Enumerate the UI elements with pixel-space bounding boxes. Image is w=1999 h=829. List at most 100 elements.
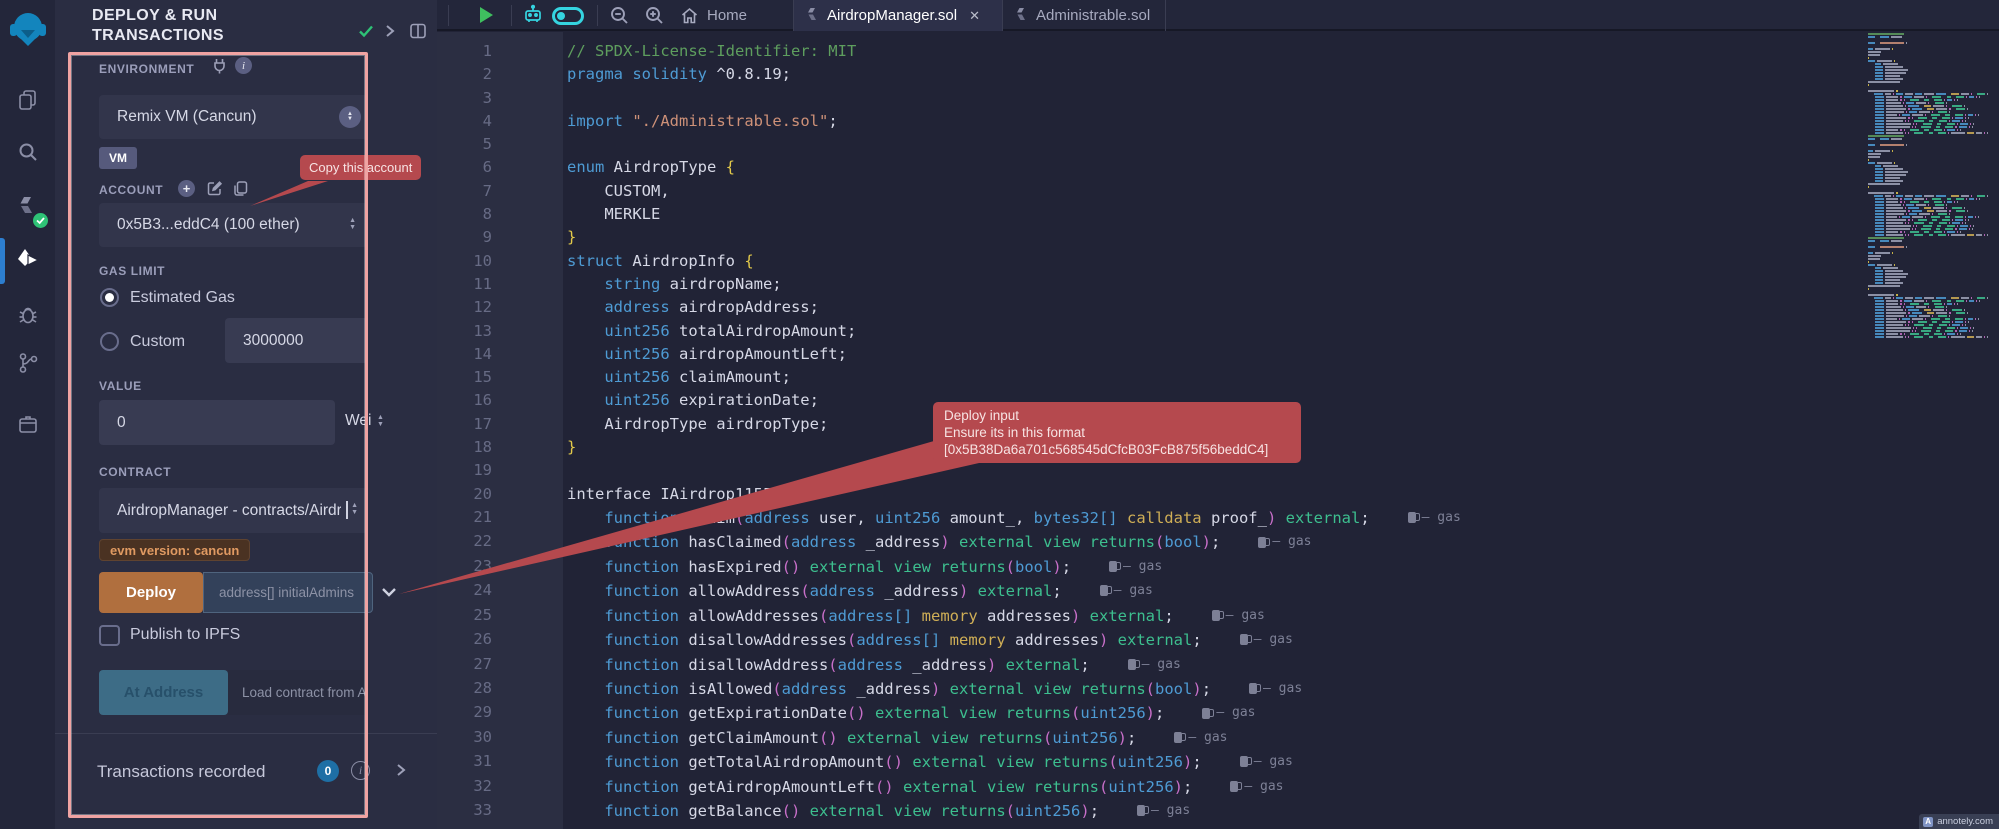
panel-expand-icon[interactable] (379, 20, 401, 42)
gas-estimate-chip: – gas (1202, 701, 1255, 724)
deploy-expand-chevron-icon[interactable] (381, 587, 397, 597)
edit-account-icon[interactable] (206, 180, 223, 197)
account-stepper-icon[interactable]: ▲▼ (349, 218, 356, 231)
close-tab-icon[interactable]: ✕ (969, 8, 980, 24)
deploy-args-placeholder: address[] initialAdmins (204, 585, 354, 600)
copilot-toggle[interactable] (552, 7, 584, 25)
minimap[interactable] (1868, 33, 1990, 339)
fuel-pump-icon (1258, 537, 1266, 548)
fuel-pump-icon (1249, 683, 1257, 694)
transactions-recorded-label: Transactions recorded (97, 762, 266, 782)
gas-estimate-chip: – gas (1174, 726, 1227, 749)
code-line: 11 string airdropName; (437, 273, 1461, 296)
deploy-input-tooltip: Deploy input Ensure its in this format [… (933, 402, 1301, 463)
code-line: 25 function allowAddresses(address[] mem… (437, 604, 1461, 628)
publish-ipfs-label: Publish to IPFS (130, 626, 240, 644)
editor-tabbar (437, 0, 1999, 31)
code-line: 32 function getAirdropAmountLeft() exter… (437, 775, 1461, 799)
at-address-button[interactable]: At Address (99, 670, 228, 715)
fuel-pump-icon (1230, 781, 1238, 792)
code-line: 33 function getBalance() external view r… (437, 799, 1461, 823)
publish-ipfs-checkbox[interactable] (99, 625, 120, 646)
code-line: 23 function hasExpired() external view r… (437, 555, 1461, 579)
ai-copilot-icon[interactable] (522, 4, 544, 26)
gas-estimate-chip: – gas (1249, 677, 1302, 700)
value-input[interactable]: 0 (99, 400, 335, 445)
code-line: 3 (437, 87, 1461, 110)
custom-gas-radio[interactable] (100, 332, 119, 351)
search-icon[interactable] (0, 132, 55, 172)
remix-logo-icon[interactable] (0, 10, 55, 50)
code-line: 30 function getClaimAmount() external vi… (437, 726, 1461, 750)
tab-home[interactable]: Home (680, 0, 780, 31)
watermark: A annotely.com (1919, 814, 1999, 829)
custom-gas-input[interactable]: 3000000 (225, 318, 368, 363)
gas-estimate-chip: – gas (1100, 579, 1153, 602)
code-line: 10struct AirdropInfo { (437, 250, 1461, 273)
code-line: 4import "./Administrable.sol"; (437, 110, 1461, 133)
deploy-button[interactable]: Deploy (99, 572, 203, 613)
deploy-run-panel: DEPLOY & RUN TRANSACTIONS ENVIRONMENT i … (55, 0, 437, 829)
account-value: 0x5B3...eddC4 (100 ether) (99, 216, 300, 234)
solidity-compiler-icon[interactable] (0, 187, 55, 227)
environment-select[interactable]: Remix VM (Cancun) ▲▼ (99, 95, 368, 139)
home-icon (680, 7, 699, 25)
code-line: 27 function disallowAddress(address _add… (437, 653, 1461, 677)
environment-stepper-icon[interactable]: ▲▼ (339, 106, 361, 128)
code-line: 21 function claim(address user, uint256 … (437, 506, 1461, 530)
code-line: 28 function isAllowed(address _address) … (437, 677, 1461, 701)
git-icon[interactable] (0, 343, 55, 383)
debugger-icon[interactable] (0, 295, 55, 335)
gas-limit-label: GAS LIMIT (99, 264, 165, 278)
environment-value: Remix VM (Cancun) (99, 108, 257, 126)
transactions-info-icon[interactable]: i (351, 761, 370, 780)
deploy-args-input[interactable]: address[] initialAdmins (203, 572, 373, 613)
gas-estimate-chip: – gas (1109, 555, 1162, 578)
contract-select[interactable]: AirdropManager - contracts/Airdro ▲▼ (99, 488, 368, 533)
deploy-run-icon[interactable] (0, 240, 55, 280)
tab-administrable[interactable]: Administrable.sol (1003, 0, 1165, 31)
zoom-in-icon[interactable] (644, 5, 665, 26)
toolbar-separator (597, 5, 598, 26)
plug-icon[interactable] (212, 58, 227, 74)
gas-estimate-chip: – gas (1212, 604, 1265, 627)
value-unit-select[interactable]: Wei (345, 412, 371, 430)
add-account-icon[interactable]: + (178, 180, 195, 197)
tab-airdropmanager[interactable]: AirdropManager.sol ✕ (794, 0, 1002, 31)
transactions-expand-icon[interactable] (395, 762, 407, 778)
panel-pin-icon[interactable] (407, 20, 429, 42)
panel-divider (55, 733, 437, 734)
fuel-pump-icon (1408, 512, 1416, 523)
plugin-manager-icon[interactable] (0, 405, 55, 445)
at-address-input[interactable]: Load contract from Addres (228, 670, 368, 715)
copy-account-tooltip: Copy this account (300, 155, 421, 180)
contract-stepper-icon[interactable]: ▲▼ (351, 503, 358, 516)
copy-account-icon[interactable] (232, 180, 249, 197)
estimated-gas-radio[interactable] (100, 288, 119, 307)
vm-badge: VM (99, 147, 137, 169)
environment-info-icon[interactable]: i (235, 57, 252, 74)
zoom-out-icon[interactable] (609, 5, 630, 26)
file-explorer-icon[interactable] (0, 80, 55, 120)
code-line: 9} (437, 226, 1461, 249)
code-line: 8 MERKLE (437, 203, 1461, 226)
run-script-play-button[interactable] (480, 7, 493, 23)
estimated-gas-label: Estimated Gas (130, 289, 235, 307)
custom-gas-label: Custom (130, 333, 185, 351)
fuel-pump-icon (1212, 610, 1220, 621)
fuel-pump-icon (1137, 805, 1145, 816)
code-line: 6enum AirdropType { (437, 156, 1461, 179)
code-line: 5 (437, 133, 1461, 156)
code-line: 7 CUSTOM, (437, 180, 1461, 203)
account-select[interactable]: 0x5B3...eddC4 (100 ether) ▲▼ (99, 203, 368, 247)
value-unit-stepper-icon[interactable]: ▲▼ (377, 415, 384, 428)
compile-success-badge (33, 213, 48, 228)
gas-estimate-chip: – gas (1128, 653, 1181, 676)
code-line: 1// SPDX-License-Identifier: MIT (437, 40, 1461, 63)
account-label: ACCOUNT (99, 183, 163, 197)
value-amount: 0 (99, 414, 126, 432)
code-line: 29 function getExpirationDate() external… (437, 701, 1461, 725)
fuel-pump-icon (1202, 708, 1210, 719)
code-line: 12 address airdropAddress; (437, 296, 1461, 319)
gas-estimate-chip: – gas (1230, 775, 1283, 798)
